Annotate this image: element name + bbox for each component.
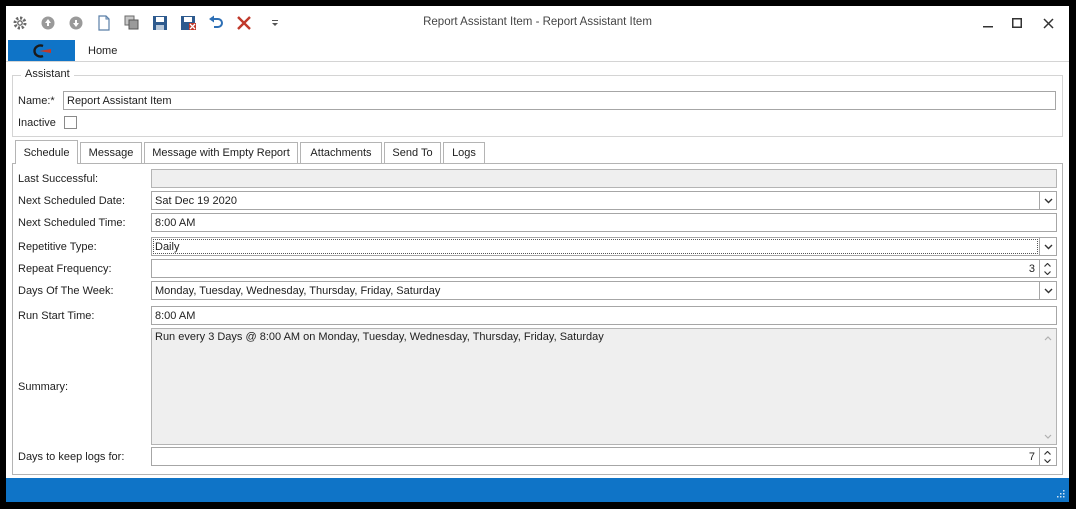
window-title: Report Assistant Item - Report Assistant… xyxy=(423,16,652,28)
last-successful-label: Last Successful: xyxy=(18,173,99,185)
minimize-button[interactable] xyxy=(975,12,1001,34)
assistant-legend: Assistant xyxy=(21,68,74,80)
spin-down-icon[interactable] xyxy=(1040,269,1055,277)
days-keep-logs-spinner[interactable] xyxy=(1040,447,1057,466)
inactive-label: Inactive xyxy=(18,117,56,129)
status-bar xyxy=(6,478,1069,502)
ribbon-tab-home[interactable]: Home xyxy=(88,45,117,57)
spin-up-icon[interactable] xyxy=(1040,449,1055,457)
minimize-icon xyxy=(983,26,993,28)
tab-send-to[interactable]: Send To xyxy=(384,142,441,163)
repetitive-type-select[interactable]: Daily xyxy=(151,237,1040,256)
chevron-down-icon xyxy=(1044,198,1052,203)
run-start-time-input[interactable]: 8:00 AM xyxy=(151,306,1057,325)
days-keep-logs-input[interactable]: 7 xyxy=(151,447,1040,466)
inactive-checkbox[interactable] xyxy=(64,116,77,129)
tab-schedule[interactable]: Schedule xyxy=(15,140,78,164)
maximize-icon xyxy=(1012,18,1022,28)
days-of-week-select[interactable]: Monday, Tuesday, Wednesday, Thursday, Fr… xyxy=(151,281,1040,300)
summary-label: Summary: xyxy=(18,381,69,393)
tab-message[interactable]: Message xyxy=(80,142,142,163)
close-button[interactable] xyxy=(1035,12,1061,34)
tab-message-empty-report[interactable]: Message with Empty Report xyxy=(144,142,298,163)
summary-text: Run every 3 Days @ 8:00 AM on Monday, Tu… xyxy=(155,331,604,343)
days-of-week-label: Days Of The Week: xyxy=(18,285,114,297)
repetitive-type-dropdown[interactable] xyxy=(1040,237,1057,256)
spin-down-icon[interactable] xyxy=(1040,457,1055,465)
repeat-frequency-spinner[interactable] xyxy=(1040,259,1057,278)
tab-attachments[interactable]: Attachments xyxy=(300,142,382,163)
summary-scrollbar[interactable] xyxy=(1042,331,1054,442)
maximize-button[interactable] xyxy=(1004,12,1030,34)
title-bar: Report Assistant Item - Report Assistant… xyxy=(6,6,1069,40)
next-scheduled-time-input[interactable]: 8:00 AM xyxy=(151,213,1057,232)
ribbon-bar: Home xyxy=(6,40,1069,62)
next-scheduled-date-input[interactable]: Sat Dec 19 2020 xyxy=(151,191,1040,210)
summary-memo: Run every 3 Days @ 8:00 AM on Monday, Tu… xyxy=(151,328,1057,445)
next-scheduled-date-dropdown[interactable] xyxy=(1040,191,1057,210)
days-keep-logs-label: Days to keep logs for: xyxy=(18,451,125,463)
application-menu-button[interactable] xyxy=(8,40,75,61)
repeat-frequency-label: Repeat Frequency: xyxy=(18,263,112,275)
name-label: Name:* xyxy=(18,95,55,107)
repetitive-type-label: Repetitive Type: xyxy=(18,241,97,253)
run-start-time-label: Run Start Time: xyxy=(18,310,95,322)
repeat-frequency-input[interactable]: 3 xyxy=(151,259,1040,278)
tab-logs[interactable]: Logs xyxy=(443,142,485,163)
close-icon xyxy=(1042,17,1054,29)
next-scheduled-time-label: Next Scheduled Time: xyxy=(18,217,126,229)
spin-up-icon[interactable] xyxy=(1040,261,1055,269)
report-assistant-window: Report Assistant Item - Report Assistant… xyxy=(6,6,1069,502)
resize-grip-icon[interactable] xyxy=(1056,489,1065,498)
name-input[interactable]: Report Assistant Item xyxy=(63,91,1056,110)
next-scheduled-date-label: Next Scheduled Date: xyxy=(18,195,126,207)
days-of-week-dropdown[interactable] xyxy=(1040,281,1057,300)
last-successful-field xyxy=(151,169,1057,188)
app-logo-icon xyxy=(32,43,51,58)
chevron-down-icon xyxy=(1044,288,1052,293)
chevron-down-icon xyxy=(1044,244,1052,249)
